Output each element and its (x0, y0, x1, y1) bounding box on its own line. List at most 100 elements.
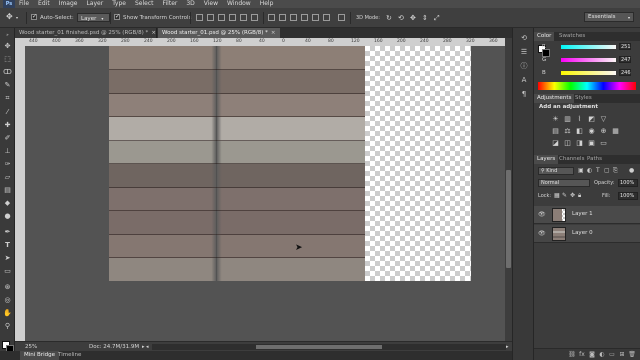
filter-toggle-icon[interactable]: ● (629, 167, 634, 174)
invert-icon[interactable]: ◪ (552, 140, 559, 147)
info-panel-icon[interactable]: ⓘ (519, 62, 529, 71)
eraser-tool-icon[interactable]: ▱ (3, 173, 12, 182)
menu-help[interactable]: Help (260, 0, 274, 8)
color-balance-icon[interactable]: ⚖ (564, 128, 571, 135)
brightness-contrast-icon[interactable]: ☀ (552, 116, 559, 123)
tab-color[interactable]: Color (534, 32, 555, 41)
tab-adjustments[interactable]: Adjustments (534, 94, 575, 103)
black-white-icon[interactable]: ◧ (576, 128, 583, 135)
layer-filter-dropdown[interactable]: ⚲ Kind (538, 167, 574, 175)
threshold-icon[interactable]: ◨ (576, 140, 583, 147)
move-tool-icon[interactable]: ✥ (6, 12, 13, 22)
photo-filter-icon[interactable]: ◉ (588, 128, 595, 135)
blur-tool-icon[interactable]: ◆ (3, 199, 12, 208)
character-panel-icon[interactable]: A (519, 76, 529, 85)
color-panel-background-swatch[interactable] (542, 49, 550, 57)
delete-layer-icon[interactable]: 🗑︎ (628, 351, 636, 359)
workspace-select[interactable]: Essentials ▾ (584, 12, 634, 22)
history-brush-tool-icon[interactable]: ✑ (3, 160, 12, 169)
exposure-icon[interactable]: ◩ (588, 116, 595, 123)
lock-all-icon[interactable]: 🔒︎ (578, 192, 581, 200)
green-value-field[interactable]: 247 (619, 56, 631, 63)
tool-preset-chevron-icon[interactable]: ▾ (16, 13, 18, 23)
pen-tool-icon[interactable]: ✒ (3, 228, 12, 237)
tab-swatches[interactable]: Swatches (556, 32, 588, 41)
status-menu-arrow-icon[interactable]: ▸ (142, 343, 145, 351)
red-slider[interactable] (561, 45, 616, 49)
document-canvas[interactable]: ➤ (109, 46, 471, 281)
color-spectrum-bar[interactable] (538, 82, 636, 90)
brush-tool-icon[interactable]: ✐ (3, 134, 12, 143)
green-slider[interactable] (561, 58, 616, 62)
gradient-tool-icon[interactable]: ▤ (3, 186, 12, 195)
lasso-tool-icon[interactable]: ↀ (3, 68, 12, 77)
zoom-tool-icon[interactable]: ⚲ (3, 322, 12, 331)
lock-transparent-icon[interactable]: ▦ (554, 192, 560, 199)
menu-3d[interactable]: 3D (186, 0, 194, 8)
menu-edit[interactable]: Edit (38, 0, 50, 8)
rectangle-tool-icon[interactable]: ▭ (3, 267, 12, 276)
horizontal-scrollbar-thumb[interactable] (256, 345, 382, 349)
layer-mask-icon[interactable]: ◙ (588, 351, 596, 359)
hue-saturation-icon[interactable]: ▤ (552, 128, 559, 135)
close-icon[interactable]: × (271, 30, 276, 36)
opacity-field[interactable]: 100% (618, 179, 638, 187)
menu-window[interactable]: Window (227, 0, 251, 8)
red-value-field[interactable]: 251 (619, 43, 631, 50)
blend-mode-dropdown[interactable]: Normal (538, 179, 590, 187)
tab-channels[interactable]: Channels (556, 155, 587, 164)
link-layers-icon[interactable]: ⛓︎ (568, 351, 576, 359)
align-right-icon[interactable] (251, 14, 258, 21)
selective-color-icon[interactable]: ▣ (588, 140, 595, 147)
close-icon[interactable]: × (151, 30, 156, 36)
show-transform-checkbox[interactable]: Show Transform Controls (114, 12, 191, 23)
menu-layer[interactable]: Layer (86, 0, 103, 8)
3d-rotate-tool-icon[interactable]: ⊛ (3, 283, 12, 292)
distribute-center-icon[interactable] (279, 14, 286, 21)
path-selection-tool-icon[interactable]: ➤ (3, 254, 12, 263)
canvas-area[interactable]: ➤ (25, 46, 505, 341)
auto-select-checkbox[interactable]: Auto-Select: (31, 12, 74, 23)
scroll-right-arrow-icon[interactable]: ▸ (506, 344, 509, 350)
layer-style-icon[interactable]: fx (578, 351, 586, 359)
fill-field[interactable]: 100% (618, 192, 638, 200)
type-tool-icon[interactable]: T (3, 241, 12, 250)
tab-paths[interactable]: Paths (584, 155, 605, 164)
color-lookup-icon[interactable]: ▦ (612, 128, 619, 135)
vertical-scrollbar[interactable] (505, 38, 512, 341)
tab-wood-starter[interactable]: Wood starter_01.psd @ 25% (RGB/8) * × (158, 28, 280, 38)
blue-slider[interactable] (561, 71, 616, 75)
dodge-tool-icon[interactable]: ● (3, 212, 12, 221)
filter-type-icon[interactable]: T (596, 167, 600, 174)
new-layer-icon[interactable]: ⊞ (618, 351, 626, 359)
zoom-level[interactable]: 25% (25, 343, 37, 351)
auto-select-dropdown[interactable]: Layer ▾ (77, 13, 111, 23)
tab-timeline[interactable]: Timeline (54, 351, 85, 360)
healing-brush-tool-icon[interactable]: ✚ (3, 121, 12, 130)
3d-rotate-icon[interactable]: ↻ (386, 13, 392, 23)
align-horizontal-center-icon[interactable] (240, 14, 247, 21)
layer-row-layer-1[interactable]: 👁︎ Layer 1 (534, 206, 640, 224)
menu-type[interactable]: Type (112, 0, 126, 8)
lock-position-icon[interactable]: ✥ (570, 192, 575, 199)
move-tool-icon[interactable]: ✥ (3, 42, 12, 51)
menu-image[interactable]: Image (59, 0, 78, 8)
horizontal-scrollbar[interactable] (152, 344, 506, 350)
history-panel-icon[interactable]: ⟲ (519, 34, 529, 43)
3d-orbit-tool-icon[interactable]: ◎ (3, 296, 12, 305)
tab-styles[interactable]: Styles (572, 94, 595, 103)
distribute-bottom-icon[interactable] (290, 14, 297, 21)
layer-row-layer-0[interactable]: 👁︎ Layer 0 (534, 225, 640, 243)
new-group-icon[interactable]: ▭ (608, 351, 616, 359)
menu-file[interactable]: File (19, 0, 29, 8)
vibrance-icon[interactable]: ▽ (600, 116, 607, 123)
crop-tool-icon[interactable]: ⌗ (3, 94, 12, 103)
3d-slide-icon[interactable]: ⇕ (422, 13, 428, 23)
lock-image-icon[interactable]: ✎ (562, 192, 567, 199)
new-adjustment-layer-icon[interactable]: ◐ (598, 351, 606, 359)
panel-collapse-icon[interactable]: » (3, 30, 12, 39)
posterize-icon[interactable]: ◫ (564, 140, 571, 147)
filter-pixel-icon[interactable]: ▣ (578, 167, 584, 174)
channel-mixer-icon[interactable]: ⊕ (600, 128, 607, 135)
properties-panel-icon[interactable]: ☰ (519, 48, 529, 57)
